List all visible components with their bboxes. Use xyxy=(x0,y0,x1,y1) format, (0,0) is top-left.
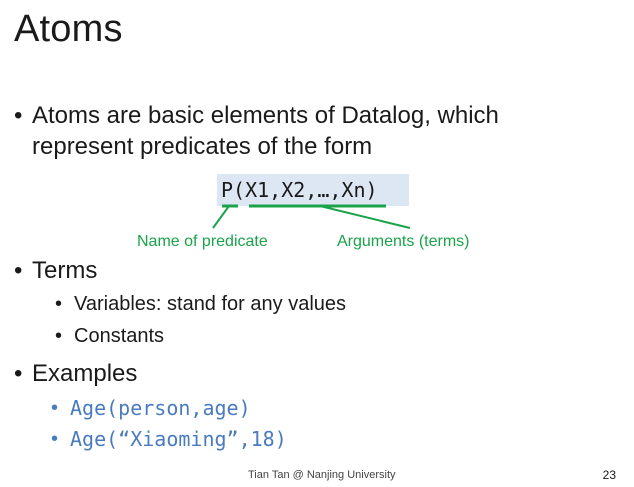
sub-bullet-constants-label: Constants xyxy=(74,325,165,347)
example-code-1: Age(person,age) xyxy=(70,396,251,420)
predicate-pointer xyxy=(212,205,230,229)
example-item-1: • Age(person,age) xyxy=(51,395,251,422)
bullet-dot: • xyxy=(14,360,23,387)
bullet-terms: • Terms xyxy=(14,255,98,286)
bullet-atoms-line1: Atoms are basic elements of Datalog, whi… xyxy=(32,102,499,129)
bullet-atoms-line2: represent predicates of the form xyxy=(32,133,373,160)
predicate-form: P(X1,X2,…,Xn) xyxy=(217,174,409,206)
bullet-dot: • xyxy=(55,325,63,347)
bullet-dot: • xyxy=(51,428,59,450)
example-code-2: Age(“Xiaoming”,18) xyxy=(70,427,287,451)
arguments-pointer xyxy=(319,205,411,229)
bullet-dot: • xyxy=(51,397,59,419)
example-item-2: • Age(“Xiaoming”,18) xyxy=(51,426,287,453)
slide: Atoms • Atoms are basic elements of Data… xyxy=(0,0,634,487)
bullet-dot: • xyxy=(14,102,23,129)
sub-bullet-variables: • Variables: stand for any values xyxy=(55,291,347,317)
annotation-predicate-name: Name of predicate xyxy=(137,233,268,250)
page-number: 23 xyxy=(602,468,616,482)
sub-bullet-variables-label: Variables: stand for any values xyxy=(74,293,347,315)
bullet-examples-label: Examples xyxy=(32,360,138,387)
bullet-dot: • xyxy=(14,257,23,284)
slide-title: Atoms xyxy=(14,8,123,50)
footer-credit: Tian Tan @ Nanjing University xyxy=(248,469,396,481)
bullet-atoms: • Atoms are basic elements of Datalog, w… xyxy=(14,100,499,162)
bullet-terms-label: Terms xyxy=(32,257,98,284)
bullet-dot: • xyxy=(55,293,63,315)
sub-bullet-constants: • Constants xyxy=(55,323,165,349)
annotation-arguments: Arguments (terms) xyxy=(337,233,470,250)
bullet-examples: • Examples xyxy=(14,358,138,389)
